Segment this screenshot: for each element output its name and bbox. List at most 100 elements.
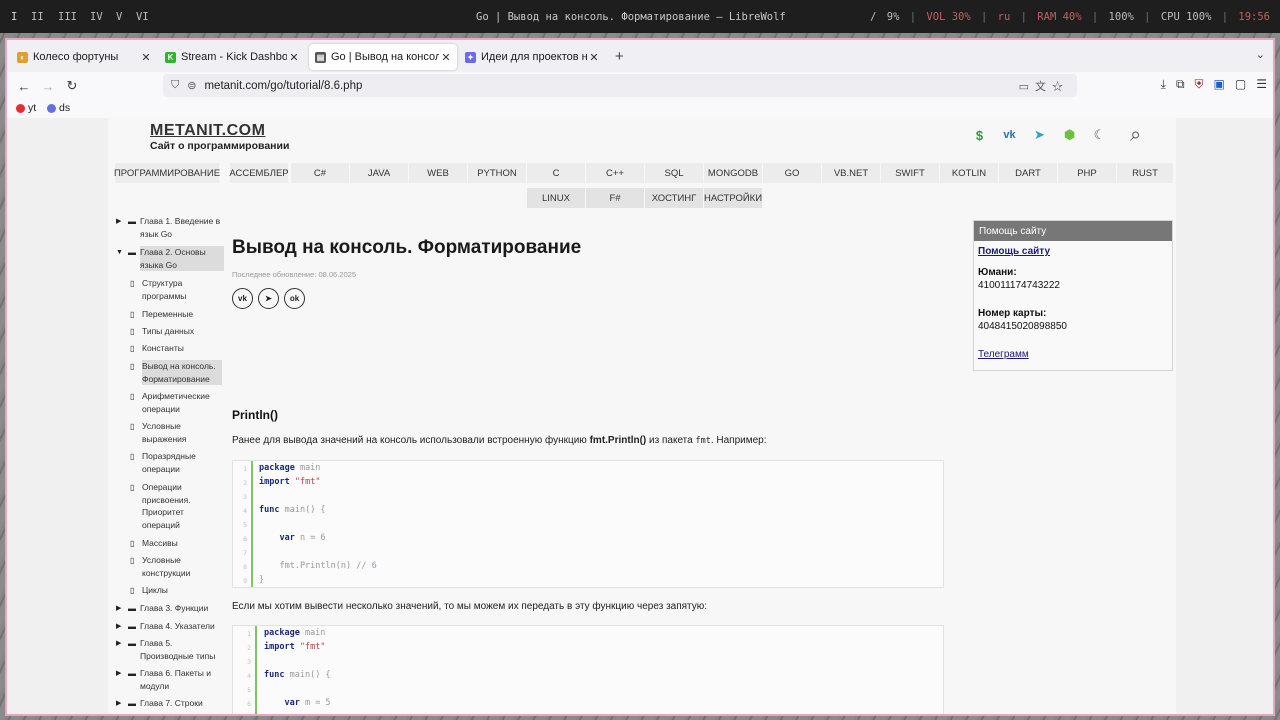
expand-arrow-icon[interactable]: ▶	[116, 698, 121, 711]
sidebar-item-chapter-3[interactable]: ▶ ▬ Глава 3. Функции	[116, 602, 224, 615]
bookmark-ds[interactable]: ds	[47, 102, 70, 114]
close-icon[interactable]: ✕	[439, 51, 453, 64]
sidebar-item-structure[interactable]: ▯ Структура программы	[130, 277, 222, 302]
menu-item[interactable]: MONGODB	[704, 163, 762, 183]
address-bar[interactable]: ⛉ ⊜ metanit.com/go/tutorial/8.6.php ▭文☆	[163, 74, 1077, 97]
workspace-4[interactable]: IV	[90, 11, 103, 23]
vk-icon[interactable]: vk	[1002, 129, 1017, 141]
menu-item[interactable]: SQL	[645, 163, 703, 183]
workspace-5[interactable]: V	[116, 11, 122, 23]
tab-ideas[interactable]: ✦ Идеи для проектов на С ✕	[459, 44, 605, 70]
tab-metanit[interactable]: ▤ Go | Вывод на консоль ✕	[309, 44, 457, 70]
sidebar-item-conditionals[interactable]: ▯ Условные конструкции	[130, 554, 222, 579]
menu-item[interactable]: C++	[586, 163, 644, 183]
sidebar-item-chapter-6[interactable]: ▶ ▬ Глава 6. Пакеты и модули	[116, 667, 224, 692]
url-text[interactable]: metanit.com/go/tutorial/8.6.php	[204, 80, 362, 92]
code-block-2[interactable]: 1 2 3 4 5 6 package main import "fmt" fu…	[232, 625, 944, 714]
menu-item[interactable]: GO	[763, 163, 821, 183]
menu-item[interactable]: SWIFT	[881, 163, 939, 183]
share-buttons: vk ➤ ok	[232, 288, 305, 309]
menu-item[interactable]: F#	[586, 188, 644, 208]
close-icon[interactable]: ✕	[287, 51, 301, 64]
menu-item[interactable]: ХОСТИНГ	[645, 188, 703, 208]
close-icon[interactable]: ✕	[139, 51, 153, 64]
sidebar-item-arithmetic[interactable]: ▯ Арифметические операции	[130, 390, 222, 415]
sidebar-item-assignment[interactable]: ▯ Операции присвоения. Приоритет операци…	[130, 481, 222, 531]
sidebar-item-chapter-5[interactable]: ▶ ▬ Глава 5. Производные типы	[116, 637, 224, 662]
chevron-down-icon[interactable]: ⌄	[1256, 48, 1265, 61]
menu-icon[interactable]: ☰	[1256, 77, 1267, 92]
menu-item[interactable]: LINUX	[527, 188, 585, 208]
page-title: Вывод на консоль. Форматирование	[232, 237, 582, 258]
menu-item[interactable]: KOTLIN	[940, 163, 998, 183]
menu-item[interactable]: PHP	[1058, 163, 1116, 183]
moon-icon[interactable]: ☾	[1092, 127, 1107, 143]
workspace-2[interactable]: II	[31, 11, 44, 23]
tab-kick[interactable]: K Stream - Kick Dashboar ✕	[159, 44, 305, 70]
sidebar-item-loops[interactable]: ▯ Циклы	[130, 584, 222, 597]
forward-arrow-icon[interactable]: →	[39, 77, 57, 95]
telegram-icon[interactable]: ➤	[258, 288, 279, 309]
sidebar-item-chapter-7[interactable]: ▶ ▬ Глава 7. Строки	[116, 697, 224, 710]
folder-icon: ▬	[128, 217, 136, 226]
reload-icon[interactable]: ↻	[63, 77, 81, 95]
menu-item[interactable]: НАСТРОЙКИ	[704, 188, 762, 208]
menu-item[interactable]: ПРОГРАММИРОВАНИЕ	[114, 163, 220, 183]
ok-icon[interactable]: ok	[284, 288, 305, 309]
donate-link[interactable]: Помощь сайту	[978, 246, 1050, 257]
sidebar-item-chapter-4[interactable]: ▶ ▬ Глава 4. Указатели	[116, 620, 224, 633]
back-arrow-icon[interactable]: ←	[15, 77, 33, 95]
expand-arrow-icon[interactable]: ▶	[116, 621, 121, 634]
menu-item[interactable]: VB.NET	[822, 163, 880, 183]
sidebar-item-arrays[interactable]: ▯ Массивы	[130, 537, 222, 550]
sidebar-item-conditional-expr[interactable]: ▯ Условные выражения	[130, 420, 222, 445]
expand-arrow-icon[interactable]: ▶	[116, 603, 121, 616]
container-icon[interactable]: ▢	[1235, 77, 1246, 92]
sidebar-item-variables[interactable]: ▯ Переменные	[130, 308, 222, 321]
sidebar-item-chapter-2[interactable]: ▼ ▬ Глава 2. Основы языка Go	[116, 246, 224, 271]
search-icon[interactable]: ⌕	[1130, 124, 1141, 147]
sidebar-item-label: Структура программы	[142, 278, 187, 301]
reader-translate-bookmark-icons[interactable]: ▭文☆	[1019, 78, 1069, 94]
site-logo[interactable]: METANIT.COM	[150, 122, 265, 140]
dollar-icon[interactable]: $	[972, 128, 987, 143]
expand-arrow-icon[interactable]: ▶	[116, 668, 121, 681]
sidebar-item-label: Массивы	[142, 538, 178, 548]
menu-item[interactable]: C	[527, 163, 585, 183]
menu-item[interactable]: JAVA	[350, 163, 408, 183]
tab-wheel[interactable]: ◐ Колесо фортуны ✕	[11, 44, 157, 70]
sidebar-item-chapter-1[interactable]: ▶ ▬ Глава 1. Введение в язык Go	[116, 215, 224, 240]
sidebar-item-bitwise[interactable]: ▯ Поразрядные операции	[130, 450, 222, 475]
telegram-icon[interactable]: ➤	[1032, 127, 1047, 143]
menu-item[interactable]: DART	[999, 163, 1057, 183]
telegram-link[interactable]: Телеграмм	[978, 349, 1029, 360]
bitwarden-icon[interactable]: ▣	[1214, 77, 1225, 92]
code-block-1[interactable]: 1 2 3 4 5 6 7 8 9 package main import "f…	[232, 460, 944, 588]
close-icon[interactable]: ✕	[587, 51, 601, 64]
header-icons: $ vk ➤ ⬢ ☾	[972, 127, 1107, 143]
expand-arrow-icon[interactable]: ▶	[116, 638, 121, 651]
sidebar-item-console-output[interactable]: ▯ Вывод на консоль. Форматирование	[130, 360, 222, 385]
vk-icon[interactable]: vk	[232, 288, 253, 309]
shield-icon[interactable]: ⛉	[171, 79, 179, 92]
bookmark-yt[interactable]: yt	[16, 102, 36, 114]
menu-item[interactable]: PYTHON	[468, 163, 526, 183]
site-info-icon[interactable]: ⊜	[187, 79, 196, 92]
sidebar-item-label: Глава 5. Производные типы	[140, 638, 216, 661]
menu-item[interactable]: WEB	[409, 163, 467, 183]
new-tab-button[interactable]: +	[615, 48, 624, 65]
workspace-1[interactable]: I	[11, 11, 17, 23]
menu-item[interactable]: RUST	[1117, 163, 1173, 183]
workspace-6[interactable]: VI	[136, 11, 149, 23]
android-icon[interactable]: ⬢	[1062, 127, 1077, 143]
ublock-icon[interactable]: ⛨	[1195, 77, 1204, 92]
expand-arrow-icon[interactable]: ▶	[116, 216, 121, 229]
menu-item[interactable]: C#	[291, 163, 349, 183]
extensions-icon[interactable]: ⧉	[1176, 77, 1185, 92]
download-icon[interactable]: ⤓	[1161, 77, 1166, 92]
menu-item[interactable]: АССЕМБЛЕР	[229, 163, 289, 183]
sidebar-item-data-types[interactable]: ▯ Типы данных	[130, 325, 222, 338]
sidebar-item-constants[interactable]: ▯ Константы	[130, 342, 222, 355]
workspace-3[interactable]: III	[58, 11, 77, 23]
collapse-arrow-icon[interactable]: ▼	[116, 247, 123, 260]
